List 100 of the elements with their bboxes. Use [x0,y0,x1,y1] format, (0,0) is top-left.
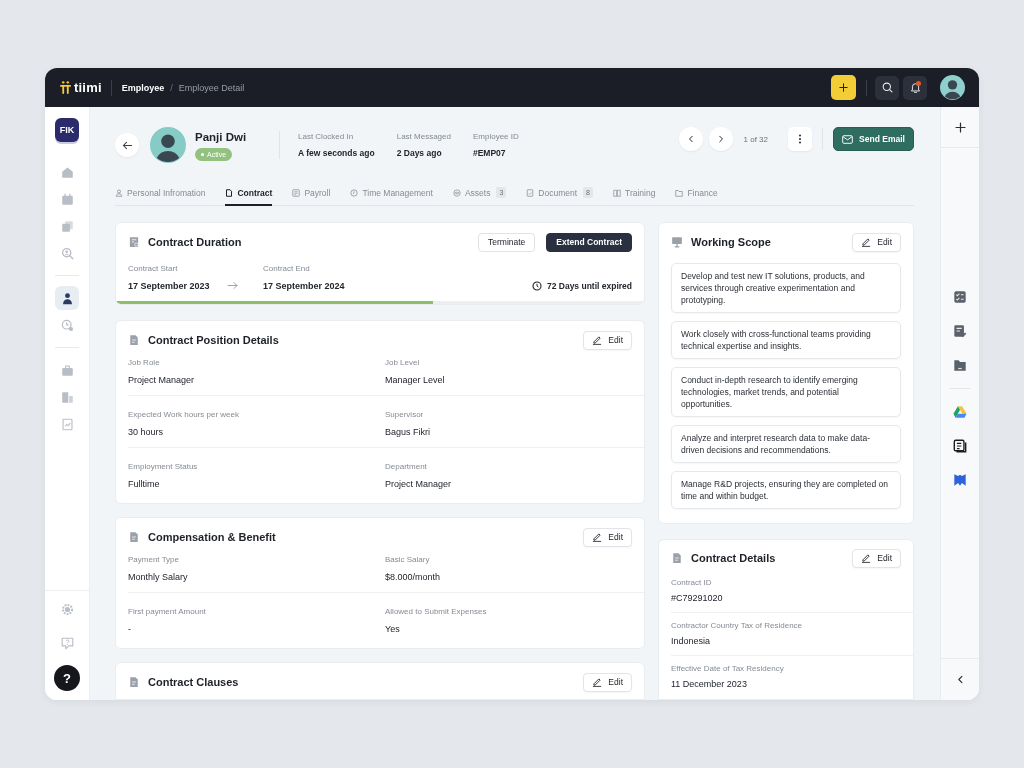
payslip-icon [292,188,301,197]
checklist-button[interactable] [953,289,967,304]
field-label: Employment Status [128,462,198,472]
scope-item: Conduct in-depth research to identify emerging technologies, market trends, and potential opportunities. [671,367,901,417]
add-button[interactable] [954,121,966,133]
form-edit-button[interactable] [953,323,967,338]
notebook-logo-icon [953,438,967,453]
folder-icon [675,188,684,197]
checklist-icon [953,289,967,304]
field-value: Fulltime [128,478,160,490]
field-value: Bagus Fikri [385,426,430,438]
buildings-icon [60,390,74,404]
chevron-left-icon [686,135,695,143]
edit-button[interactable]: Edit [852,548,901,568]
field-label: Job Role [128,358,160,368]
chart-report-icon [60,417,74,431]
workspace-logo[interactable]: FIK [55,118,79,142]
app-button[interactable] [953,438,967,453]
card-title: Contract Clauses [148,676,239,688]
pencil-icon [592,335,603,345]
help-chat-icon [60,636,74,650]
field-value: 30 hours [128,426,164,438]
date-value: 17 September 2023 [128,280,210,292]
help-button[interactable]: ? [54,665,80,691]
card-title: Contract Position Details [148,334,279,346]
arrow-left-icon [121,139,133,151]
triangle-logo-icon [953,404,967,419]
field-label: Contract End [263,264,310,274]
field-label: Contractor Country Tax of Residence [671,621,803,631]
breadcrumb-link[interactable]: Employee [121,82,165,93]
user-icon [60,291,74,305]
edit-button[interactable]: Edit [583,672,632,692]
arrow-right-icon [227,280,238,291]
mail-icon [842,133,854,145]
card-title: Compensation & Benefit [148,531,276,543]
home-icon [60,165,74,179]
folder-button[interactable] [953,357,967,372]
field-label: Basic Salary [385,555,430,565]
field-label: Allowed to Submit Expenses [385,607,487,617]
chevron-right-icon [716,135,725,143]
document-icon [128,531,140,543]
employee-avatar-icon [150,127,186,163]
briefcase-icon [60,363,74,377]
card-title: Contract Duration [148,236,242,248]
document-check-icon [526,188,535,197]
more-button[interactable] [788,127,812,151]
remaining-time: 72 Days until expired [546,280,632,292]
breadcrumb-separator: / [170,82,173,93]
document-icon [225,188,234,197]
field-value: Monthly Salary [128,571,188,583]
field-label: Job Level [385,358,420,368]
user-avatar-icon[interactable] [940,75,965,100]
add-button[interactable] [831,75,856,100]
documents-icon [60,219,74,233]
info-label: Last Messaged [396,131,451,142]
bell-icon [909,82,921,93]
pencil-icon [592,532,603,542]
edit-button[interactable]: Edit [583,527,632,547]
ribbon-logo-icon [953,472,967,487]
send-email-button[interactable]: Send Email [833,127,914,151]
notifications-button[interactable] [903,75,927,100]
plus-icon [954,121,966,133]
info-value: #EMP07 [472,147,506,159]
collapse-button[interactable] [955,675,965,684]
document-icon [671,552,683,564]
status-dot-icon [201,152,204,156]
brand-logo-icon [60,81,71,94]
field-label: Effective Date of Tax Residency [671,664,784,674]
chevron-left-icon [955,675,965,684]
field-label: Payment Type [128,555,179,565]
field-value: Manager Level [385,374,445,386]
search-button[interactable] [875,75,899,100]
field-value: Project Manager [385,478,452,490]
edit-button[interactable]: Edit [852,232,901,252]
field-value: $8.000/month [385,571,441,583]
sidebar-item[interactable] [55,286,79,310]
field-label: Department [385,462,427,472]
document-icon [128,676,140,688]
eye-icon [452,188,461,197]
field-label: Contract ID [671,578,712,588]
extend-button[interactable]: Extend Contract [546,232,632,252]
card-title: Working Scope [691,236,771,248]
scope-item: Analyze and interpret research data to make data-driven decisions and recommendations. [671,425,901,463]
field-value: - [128,623,131,635]
pencil-icon [861,553,872,563]
back-button[interactable] [115,133,139,157]
scope-item: Develop and test new IT solutions, products, and services through creative experimentation and prototyping. [671,263,901,313]
employee-name: Panji Dwi [195,129,247,144]
pencil-icon [861,237,872,247]
tab[interactable]: Contract [225,181,273,206]
edit-button[interactable]: Edit [583,330,632,350]
card-title: Contract Details [691,552,776,564]
breadcrumb-current: Employee Detail [178,82,245,93]
field-value: #C79291020 [671,593,723,604]
date-value: 17 September 2024 [263,280,345,292]
clock-settings-icon [60,318,74,332]
field-label: First payment Amount [128,607,206,617]
field-label: Expected Work hours per week [128,410,239,420]
folder-icon [953,357,967,372]
terminate-button[interactable]: Terminate [478,232,536,252]
